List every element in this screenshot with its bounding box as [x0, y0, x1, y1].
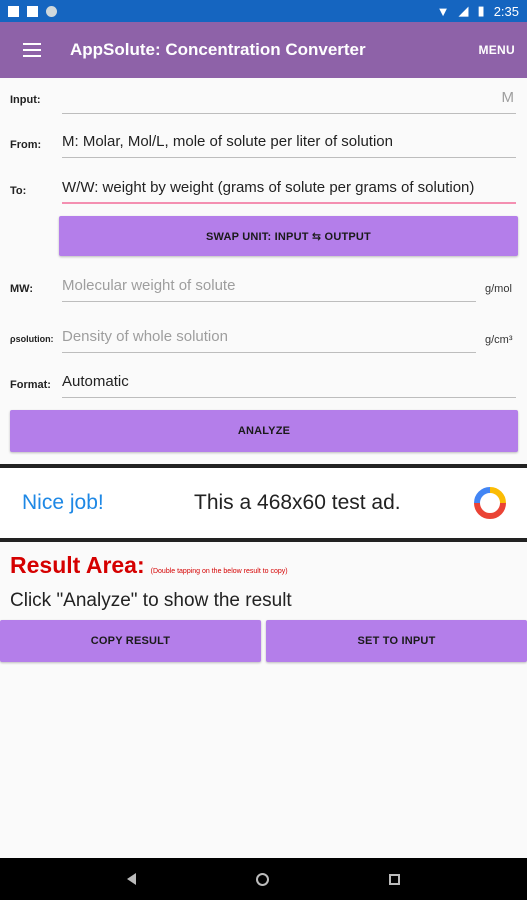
format-row: Format: Automatic	[0, 368, 527, 400]
from-label: From:	[10, 139, 42, 151]
format-label: Format:	[10, 379, 51, 391]
density-row: ρsolution: Density of whole solution g/c…	[0, 323, 527, 355]
analyze-button[interactable]: ANALYZE	[10, 410, 518, 452]
from-select[interactable]: M: Molar, Mol/L, mole of solute per lite…	[62, 128, 516, 158]
set-to-input-button[interactable]: SET TO INPUT	[266, 620, 527, 662]
to-select[interactable]: W/W: weight by weight (grams of solute p…	[62, 174, 516, 204]
from-row: From: M: Molar, Mol/L, mole of solute pe…	[0, 128, 527, 160]
signal-icon: ◢	[458, 3, 469, 18]
ad-logo-icon	[474, 487, 506, 519]
ad-nice-text: Nice job!	[22, 491, 104, 514]
result-area-title: Result Area:	[10, 552, 145, 578]
input-row: Input: M	[0, 84, 527, 116]
mw-input[interactable]: Molecular weight of solute	[62, 272, 476, 302]
menu-icon[interactable]	[0, 22, 64, 78]
swap-unit-button[interactable]: SWAP UNIT: INPUT ⇆ OUTPUT	[59, 216, 518, 256]
status-time: 2:35	[493, 3, 519, 19]
format-select[interactable]: Automatic	[62, 368, 516, 398]
to-label: To:	[10, 185, 27, 197]
wifi-icon: ▼	[436, 3, 450, 19]
recents-icon[interactable]	[389, 873, 400, 885]
ad-banner[interactable]: Nice job! This a 468x60 test ad.	[0, 464, 527, 542]
mw-unit: g/mol	[485, 283, 512, 295]
menu-button[interactable]: MENU	[478, 43, 527, 57]
sd-card-icon	[27, 5, 38, 17]
density-label: ρsolution:	[10, 334, 54, 344]
notification-icon	[8, 5, 19, 17]
system-nav-bar	[0, 858, 527, 900]
back-icon[interactable]	[127, 873, 136, 885]
copy-result-button[interactable]: COPY RESULT	[0, 620, 261, 662]
ad-text: This a 468x60 test ad.	[194, 491, 401, 514]
home-icon[interactable]	[256, 872, 269, 886]
result-area-hint: (Double tapping on the below result to c…	[150, 568, 288, 575]
app-bar: AppSolute: Concentration Converter MENU	[0, 22, 527, 78]
battery-icon: ▮	[477, 3, 485, 18]
app-title: AppSolute: Concentration Converter	[70, 40, 366, 59]
to-row: To: W/W: weight by weight (grams of solu…	[0, 174, 527, 206]
status-bar: ▼ ◢ ▮ 2:35	[0, 0, 527, 22]
result-area-header: Result Area: (Double tapping on the belo…	[10, 552, 288, 579]
mw-row: MW: Molecular weight of solute g/mol	[0, 272, 527, 304]
input-label: Input:	[10, 94, 41, 106]
density-input[interactable]: Density of whole solution	[62, 323, 476, 353]
density-unit: g/cm³	[485, 334, 513, 346]
result-text[interactable]: Click "Analyze" to show the result	[10, 590, 292, 612]
sync-icon	[46, 5, 57, 17]
mw-label: MW:	[10, 283, 34, 295]
input-field[interactable]: M	[62, 84, 516, 114]
